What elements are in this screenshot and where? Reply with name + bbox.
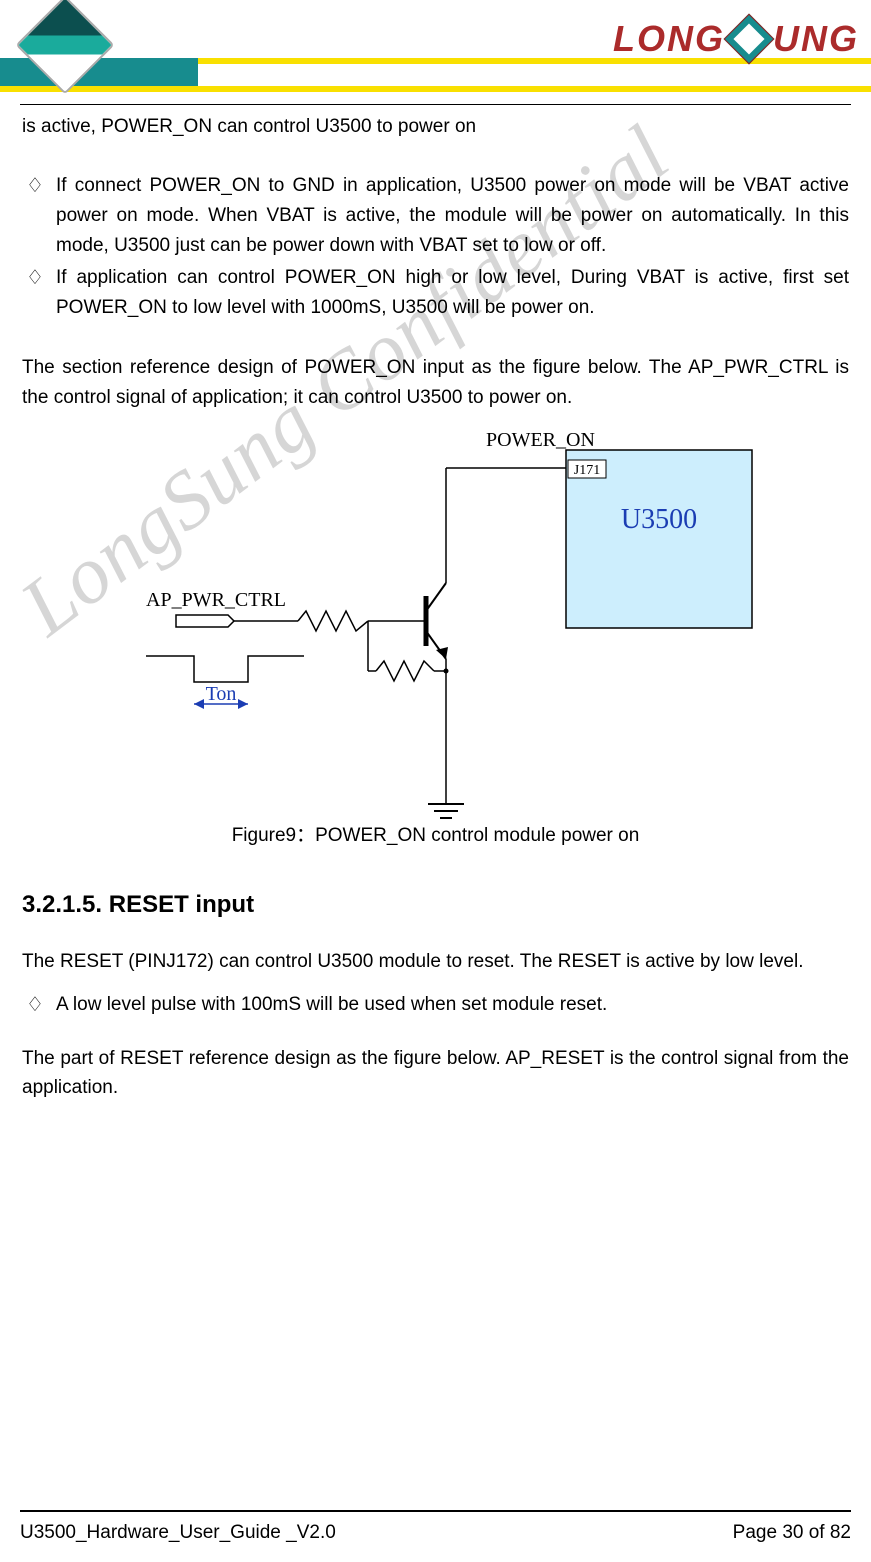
header-divider	[20, 104, 851, 105]
module-label: U3500	[620, 504, 696, 535]
reset-bullet-list: A low level pulse with 100mS will be use…	[22, 990, 849, 1020]
document-page: LONG UNG LongSung Confidential is active…	[0, 0, 871, 1562]
pin-label: J171	[573, 463, 599, 478]
brand-text-left: LONG	[613, 18, 725, 60]
power-on-bullet-list: If connect POWER_ON to GND in applicatio…	[22, 171, 849, 323]
brand-wordmark: LONG UNG	[613, 18, 859, 60]
header-yellow-bar-bottom	[0, 86, 871, 92]
list-item: If application can control POWER_ON high…	[56, 263, 849, 323]
reference-paragraph: The section reference design of POWER_ON…	[22, 353, 849, 412]
brand-cube-icon	[724, 14, 775, 65]
net-label: POWER_ON	[486, 429, 595, 451]
page-header: LONG UNG	[0, 0, 871, 100]
reset-paragraph-1: The RESET (PINJ172) can control U3500 mo…	[22, 947, 849, 976]
intro-line: is active, POWER_ON can control U3500 to…	[22, 112, 849, 141]
list-item: A low level pulse with 100mS will be use…	[56, 990, 849, 1020]
list-item: If connect POWER_ON to GND in applicatio…	[56, 171, 849, 261]
ctrl-signal-label: AP_PWR_CTRL	[146, 589, 286, 611]
schematic-svg: U3500 J171 POWER_ON	[116, 416, 756, 826]
reset-paragraph-2: The part of RESET reference design as th…	[22, 1044, 849, 1103]
page-footer: U3500_Hardware_User_Guide _V2.0 Page 30 …	[20, 1522, 851, 1544]
footer-divider	[20, 1510, 851, 1512]
footer-page-number: Page 30 of 82	[733, 1522, 851, 1544]
schematic-figure: U3500 J171 POWER_ON	[116, 416, 756, 826]
footer-doc-id: U3500_Hardware_User_Guide _V2.0	[20, 1522, 336, 1544]
page-content: is active, POWER_ON can control U3500 to…	[22, 112, 849, 1103]
section-heading: 3.2.1.5. RESET input	[22, 891, 849, 919]
ton-label: Ton	[205, 683, 236, 705]
brand-text-right: UNG	[773, 18, 859, 60]
